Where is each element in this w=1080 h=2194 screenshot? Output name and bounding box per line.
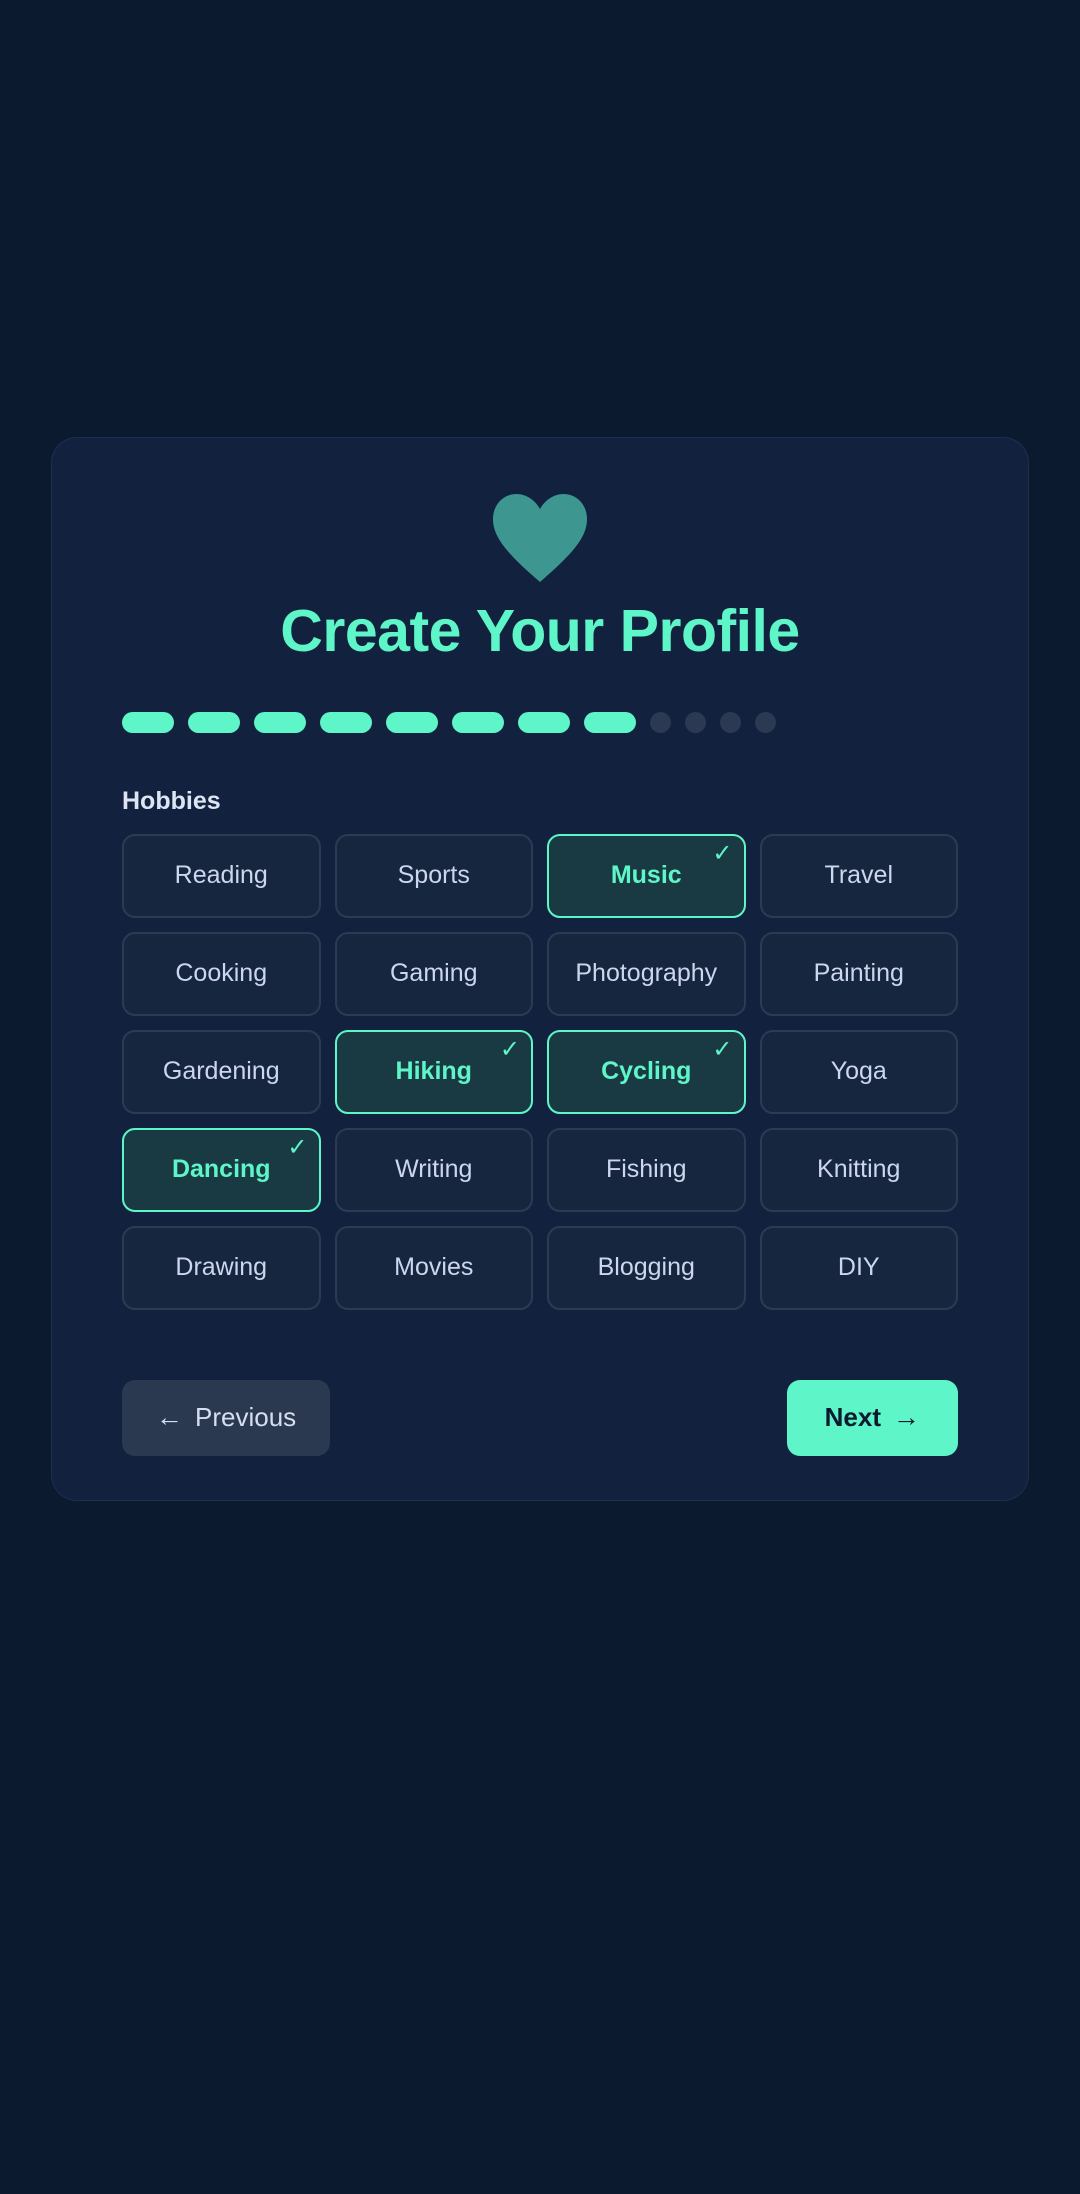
hobby-chip-label: Cycling — [601, 1057, 692, 1086]
hobby-chip[interactable]: Travel — [759, 833, 958, 918]
progress-step-2 — [188, 711, 240, 733]
progress-step-4 — [320, 711, 372, 733]
hobby-chip-label: DIY — [837, 1253, 880, 1282]
hobby-chip[interactable]: Music ✓ — [547, 833, 746, 918]
hobby-chip-label: Knitting — [817, 1155, 901, 1184]
progress-step-5 — [386, 711, 438, 733]
hobby-chip-label: Gaming — [389, 959, 478, 988]
hobby-chip[interactable]: Painting — [759, 931, 958, 1016]
hobby-chip-label: Fishing — [605, 1155, 687, 1184]
hobby-chip-label: Blogging — [597, 1253, 695, 1282]
hobby-chip[interactable]: Movies — [334, 1225, 533, 1310]
progress-step-11 — [720, 711, 741, 733]
hobby-chip-label: Dancing — [171, 1155, 271, 1184]
progress-step-9 — [650, 711, 671, 733]
hobby-chip-label: Painting — [813, 959, 904, 988]
hobby-chip[interactable]: Fishing — [547, 1127, 746, 1212]
hobby-chip[interactable]: Dancing ✓ — [122, 1127, 321, 1212]
hobby-chip[interactable]: Knitting — [759, 1127, 958, 1212]
progress-step-1 — [122, 711, 174, 733]
arrow-right-icon: → — [893, 1402, 920, 1433]
heart-icon — [491, 492, 589, 584]
hobby-chip-label: Gardening — [162, 1057, 280, 1086]
hobby-chip[interactable]: Cooking — [122, 931, 321, 1016]
hobby-chip-label: Yoga — [830, 1057, 887, 1086]
progress-step-10 — [685, 711, 706, 733]
hobby-chip-label: Reading — [174, 861, 268, 890]
hobby-chip-label: Travel — [824, 861, 894, 890]
hobby-chip[interactable]: Hiking ✓ — [334, 1029, 533, 1114]
check-icon: ✓ — [499, 1035, 520, 1063]
hobby-chip[interactable]: DIY — [759, 1225, 958, 1310]
hobby-chip[interactable]: Cycling ✓ — [547, 1029, 746, 1114]
create-profile-card: Create Your Profile Hobbies Reading Spor… — [51, 437, 1029, 1501]
hobby-chip[interactable]: Writing — [334, 1127, 533, 1212]
hobby-chip[interactable]: Gaming — [334, 931, 533, 1016]
wizard-nav: ← Previous Next → — [96, 1379, 984, 1456]
next-button-label: Next — [824, 1402, 881, 1433]
hobby-chip-label: Drawing — [175, 1253, 268, 1282]
hobby-chip-label: Photography — [575, 959, 718, 988]
check-icon: ✓ — [712, 1035, 733, 1063]
hobby-chip[interactable]: Drawing — [122, 1225, 321, 1310]
hobbies-grid: Reading Sports Music ✓ Travel Cooking Gam… — [96, 833, 984, 1310]
next-button[interactable]: Next → — [786, 1379, 958, 1456]
progress-step-7 — [518, 711, 570, 733]
hobby-chip[interactable]: Blogging — [547, 1225, 746, 1310]
check-icon: ✓ — [287, 1133, 308, 1161]
arrow-left-icon: ← — [156, 1402, 183, 1433]
previous-button[interactable]: ← Previous — [122, 1379, 331, 1456]
progress-step-8 — [584, 711, 636, 733]
hobby-chip-label: Movies — [394, 1253, 474, 1282]
hobby-chip[interactable]: Sports — [334, 833, 533, 918]
previous-button-label: Previous — [195, 1402, 297, 1433]
hobbies-section-label: Hobbies — [122, 786, 221, 815]
hobby-chip-label: Hiking — [395, 1057, 472, 1086]
heart-icon-wrapper — [96, 492, 984, 584]
hobby-chip-label: Music — [610, 861, 682, 890]
page-title: Create Your Profile — [280, 598, 800, 664]
progress-step-6 — [452, 711, 504, 733]
check-icon: ✓ — [712, 839, 733, 867]
hobby-chip-label: Cooking — [175, 959, 268, 988]
hobby-chip[interactable]: Photography — [547, 931, 746, 1016]
progress-step-12 — [755, 711, 776, 733]
hobby-chip[interactable]: Gardening — [122, 1029, 321, 1114]
hobby-chip[interactable]: Yoga — [759, 1029, 958, 1114]
hobby-chip-label: Writing — [395, 1155, 473, 1184]
hobby-chip-label: Sports — [397, 861, 470, 890]
hobby-chip[interactable]: Reading — [122, 833, 321, 918]
progress-step-3 — [254, 711, 306, 733]
progress-indicator — [96, 711, 984, 733]
